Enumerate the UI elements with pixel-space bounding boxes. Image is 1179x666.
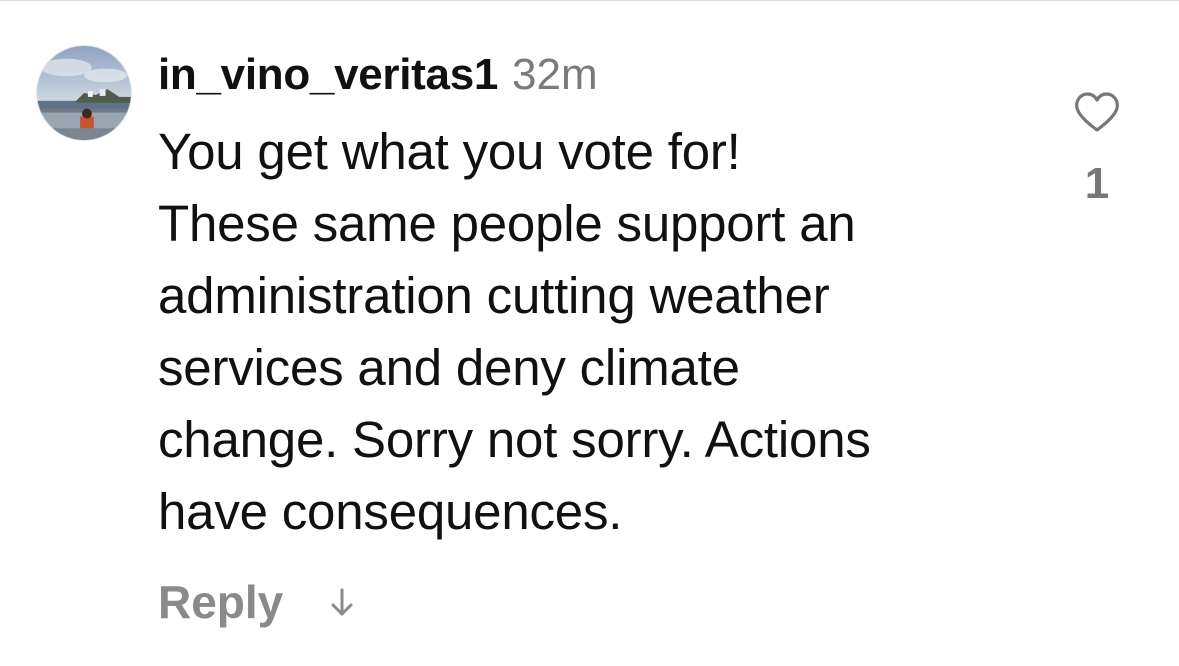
avatar[interactable]: [36, 45, 132, 141]
heart-outline-icon[interactable]: [1073, 90, 1121, 134]
comment-text: You get what you vote for! These same pe…: [158, 116, 1038, 548]
comment-text-line: administration cutting weather: [158, 267, 830, 324]
comment-actions: Reply: [158, 575, 355, 629]
top-divider: [0, 0, 1179, 1]
comment-text-line: change. Sorry not sorry. Actions: [158, 411, 871, 468]
avatar-image: [37, 46, 131, 140]
reply-button[interactable]: Reply: [158, 575, 283, 629]
username-link[interactable]: in_vino_veritas1: [158, 50, 498, 100]
down-arrow-icon[interactable]: [329, 584, 355, 620]
like-area: 1: [1066, 90, 1128, 206]
comment-text-line: You get what you vote for!: [158, 123, 741, 180]
timestamp: 32m: [512, 50, 598, 99]
comment-body: in_vino_veritas1 32m You get what you vo…: [158, 50, 1038, 548]
comment-text-line: services and deny climate: [158, 339, 740, 396]
comment-text-line: These same people support an: [158, 195, 856, 252]
comment-text-line: have consequences.: [158, 483, 623, 540]
comment-header: in_vino_veritas1 32m: [158, 50, 1038, 108]
like-count: 1: [1084, 159, 1110, 208]
